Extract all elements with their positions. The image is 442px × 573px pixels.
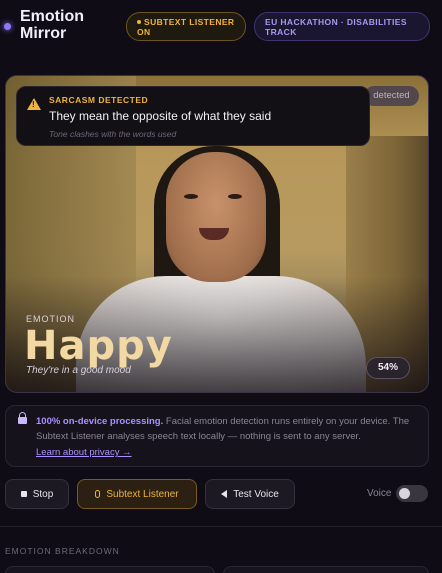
microphone-icon [95, 490, 101, 498]
subtext-listener-button[interactable]: Subtext Listener [77, 479, 197, 509]
sarcasm-alert: SARCASM DETECTED They mean the opposite … [16, 86, 370, 146]
test-voice-button[interactable]: Test Voice [205, 479, 295, 509]
breakdown-card-left [5, 566, 215, 573]
alert-subtext: Tone clashes with the words used [49, 129, 177, 139]
alert-message: They mean the opposite of what they said [49, 109, 272, 123]
warning-icon [27, 98, 41, 110]
speaker-icon [221, 490, 228, 498]
hackathon-track-badge: EU HACKATHON · DISABILITIES TRACK [254, 12, 430, 41]
emotion-caption: They're in a good mood [26, 365, 131, 376]
stop-button[interactable]: Stop [5, 479, 69, 509]
toggle-knob [399, 488, 410, 499]
status-dot-icon [4, 23, 11, 30]
subtext-listener-badge: SUBTEXT LISTENER ON [126, 12, 246, 41]
alert-title: SARCASM DETECTED [49, 95, 149, 105]
breakdown-card-right [223, 566, 429, 573]
emotion-name: Happy [24, 323, 173, 369]
privacy-notice: 100% on-device processing. Facial emotio… [5, 405, 429, 467]
privacy-headline: 100% on-device processing. [36, 416, 164, 427]
app-title: Emotion Mirror [20, 8, 84, 42]
stop-icon [20, 491, 27, 497]
stop-button-label: Stop [32, 488, 54, 500]
lock-icon [18, 412, 27, 424]
voice-toggle-label: Voice [367, 488, 392, 499]
app-header: Emotion Mirror SUBTEXT LISTENER ON EU HA… [0, 0, 442, 56]
subtext-listener-badge-label: SUBTEXT LISTENER ON [137, 17, 235, 37]
detected-chip: detected [364, 86, 419, 106]
subtext-listener-button-label: Subtext Listener [106, 488, 179, 500]
person-eye-left [184, 194, 198, 199]
emotion-confidence-badge: 54% [366, 357, 410, 379]
test-voice-button-label: Test Voice [233, 488, 279, 500]
person-face [166, 152, 266, 282]
section-divider [0, 526, 442, 527]
dot-icon [137, 20, 141, 24]
person-eye-right [228, 194, 242, 199]
emotion-breakdown-title: EMOTION BREAKDOWN [5, 546, 120, 556]
camera-feed: detected SARCASM DETECTED They mean the … [5, 75, 429, 393]
privacy-link[interactable]: Learn about privacy → [36, 445, 132, 460]
voice-toggle[interactable] [396, 485, 428, 502]
